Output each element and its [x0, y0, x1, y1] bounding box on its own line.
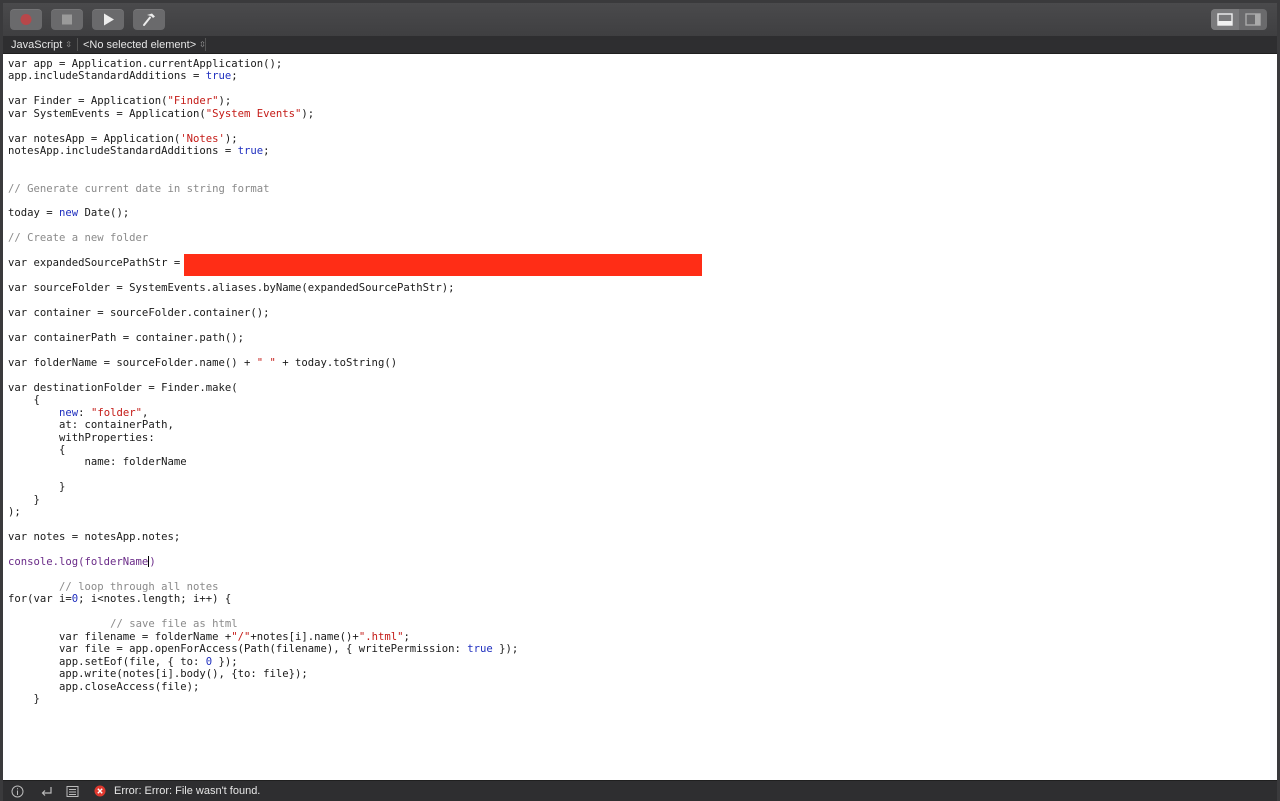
code-line[interactable]: app.closeAccess(file);: [8, 681, 199, 693]
status-bar: Error: Error: File wasn't found.: [3, 780, 1277, 801]
code-line[interactable]: withProperties:: [8, 432, 155, 444]
code-line[interactable]: var filename = folderName +"/"+notes[i].…: [8, 631, 410, 643]
error-icon: [94, 785, 106, 797]
code-line[interactable]: name: folderName: [8, 456, 187, 468]
sidebar-panel-icon: [1245, 13, 1261, 26]
code-line[interactable]: }: [8, 494, 40, 506]
show-bottom-panel-button[interactable]: [1211, 9, 1239, 30]
record-icon: [20, 14, 32, 25]
run-button[interactable]: [92, 9, 124, 30]
code-line[interactable]: var folderName = sourceFolder.name() + "…: [8, 357, 397, 369]
code-line[interactable]: notesApp.includeStandardAdditions = true…: [8, 145, 270, 157]
updown-arrows-icon: ⇳: [65, 40, 73, 49]
code-line[interactable]: // Generate current date in string forma…: [8, 183, 270, 195]
code-line[interactable]: var notes = notesApp.notes;: [8, 531, 180, 543]
script-editor-window: JavaScript ⇳ <No selected element> ⇳ var a…: [3, 3, 1277, 801]
code-line[interactable]: var Finder = Application("Finder");: [8, 95, 231, 107]
toolbar: [3, 3, 1277, 37]
code-line[interactable]: var expandedSourcePathStr =: [8, 257, 187, 269]
bottom-panel-icon: [1217, 13, 1233, 26]
hammer-icon: [143, 13, 155, 26]
navigation-bar: JavaScript ⇳ <No selected element> ⇳: [3, 36, 1277, 54]
record-button[interactable]: [10, 9, 42, 30]
code-line[interactable]: var containerPath = container.path();: [8, 332, 244, 344]
code-line[interactable]: }: [8, 481, 65, 493]
element-selector[interactable]: <No selected element> ⇳: [83, 36, 206, 53]
stop-icon: [62, 14, 72, 25]
code-line[interactable]: {: [8, 444, 65, 456]
code-line[interactable]: app.setEof(file, { to: 0 });: [8, 656, 238, 668]
layout-toggle: [1211, 9, 1267, 30]
code-line[interactable]: var sourceFolder = SystemEvents.aliases.…: [8, 282, 454, 294]
code-line[interactable]: // Create a new folder: [8, 232, 148, 244]
code-line[interactable]: console.log(folderName): [8, 556, 156, 568]
divider: [77, 38, 78, 51]
stop-button[interactable]: [51, 9, 83, 30]
compile-button[interactable]: [133, 9, 165, 30]
code-editor[interactable]: var app = Application.currentApplication…: [3, 54, 1277, 780]
code-line[interactable]: {: [8, 394, 40, 406]
code-line[interactable]: today = new Date();: [8, 207, 129, 219]
list-icon[interactable]: [66, 785, 79, 798]
code-line[interactable]: var notesApp = Application('Notes');: [8, 133, 238, 145]
code-line[interactable]: app.includeStandardAdditions = true;: [8, 70, 238, 82]
code-line[interactable]: new: "folder",: [8, 407, 148, 419]
code-line[interactable]: // loop through all notes: [8, 581, 218, 593]
play-icon: [104, 13, 114, 26]
code-line[interactable]: var container = sourceFolder.container()…: [8, 307, 270, 319]
return-icon[interactable]: [40, 785, 53, 798]
code-line[interactable]: at: containerPath,: [8, 419, 174, 431]
code-line[interactable]: var SystemEvents = Application("System E…: [8, 108, 314, 120]
language-selector[interactable]: JavaScript ⇳: [11, 36, 72, 53]
code-line[interactable]: var destinationFolder = Finder.make(: [8, 382, 238, 394]
language-label: JavaScript: [11, 39, 63, 51]
code-line[interactable]: );: [8, 506, 21, 518]
info-icon[interactable]: [11, 785, 24, 798]
code-line[interactable]: // save file as html: [8, 618, 238, 630]
code-line[interactable]: for(var i=0; i<notes.length; i++) {: [8, 593, 231, 605]
element-label: <No selected element>: [83, 39, 197, 51]
show-sidebar-button[interactable]: [1239, 9, 1267, 30]
divider: [205, 38, 206, 51]
code-line[interactable]: }: [8, 693, 40, 705]
code-line[interactable]: var file = app.openForAccess(Path(filena…: [8, 643, 518, 655]
code-line[interactable]: app.write(notes[i].body(), {to: file});: [8, 668, 308, 680]
redacted-region: [184, 254, 702, 276]
code-line[interactable]: var app = Application.currentApplication…: [8, 58, 282, 70]
error-message: Error: Error: File wasn't found.: [114, 785, 261, 797]
